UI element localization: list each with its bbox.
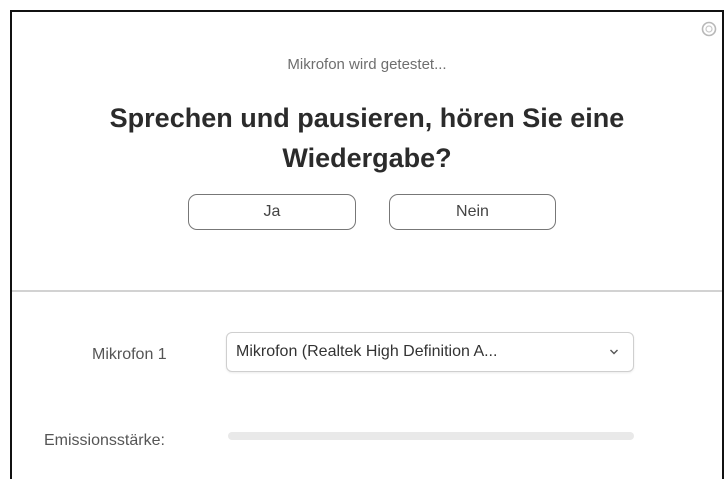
dialog-question: Sprechen und pausieren, hören Sie eine W… (109, 103, 625, 173)
level-meter (228, 432, 634, 440)
status-subtitle: Mikrofon wird getestet... (287, 56, 447, 73)
microphone-label: Mikrofon 1 (92, 346, 167, 363)
close-icon (701, 21, 717, 42)
close-button[interactable] (700, 21, 718, 42)
microphone-select[interactable]: Mikrofon (Realtek High Definition A... (226, 332, 634, 372)
microphone-select-value: Mikrofon (Realtek High Definition A... (236, 343, 498, 360)
mic-test-dialog: Mikrofon wird getestet... Sprechen und p… (10, 10, 724, 479)
chevron-down-icon (607, 345, 621, 359)
level-label: Emissionsstärke: (44, 432, 165, 449)
no-button[interactable]: Nein (389, 194, 556, 230)
section-divider (12, 290, 722, 292)
yes-button[interactable]: Ja (188, 194, 356, 230)
